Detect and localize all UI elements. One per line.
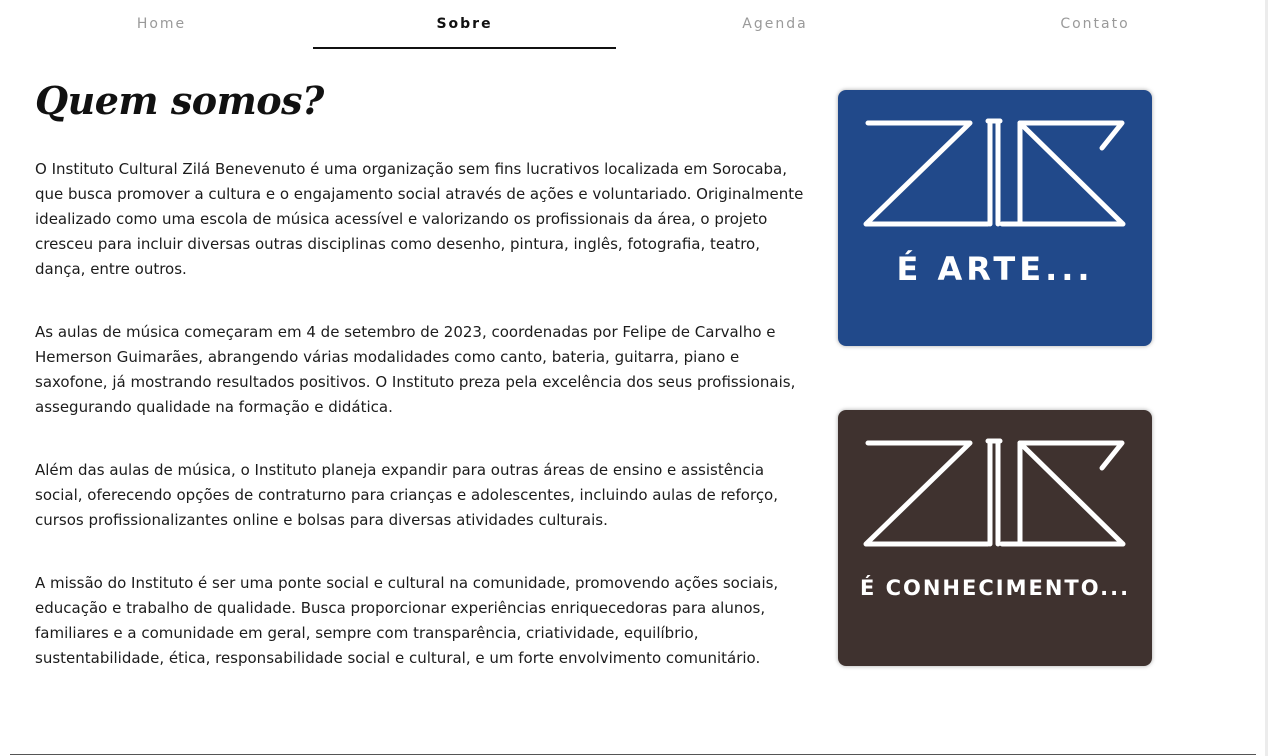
page-title: Quem somos?	[35, 78, 324, 123]
about-paragraph-4: A missão do Instituto é ser uma ponte so…	[35, 574, 779, 667]
logo-background	[838, 410, 1152, 666]
footer-divider	[10, 754, 1256, 755]
about-paragraph-3: Além das aulas de música, o Instituto pl…	[35, 461, 779, 529]
nav-active-indicator	[313, 47, 616, 49]
logo-background	[838, 90, 1152, 346]
top-navigation: Home Sobre Agenda Contato	[10, 0, 1246, 50]
nav-agenda[interactable]: Agenda	[616, 0, 934, 48]
logo-caption-arte: É ARTE...	[896, 250, 1094, 288]
nav-sobre-label: Sobre	[436, 16, 493, 32]
logo-caption-conhecimento: É CONHECIMENTO...	[859, 576, 1131, 600]
page: Home Sobre Agenda Contato Quem somos? O …	[0, 0, 1268, 756]
logo-card-conhecimento: É CONHECIMENTO...	[838, 410, 1152, 666]
about-paragraph-2: As aulas de música começaram em 4 de set…	[35, 323, 796, 416]
nav-contato[interactable]: Contato	[934, 0, 1256, 48]
logo-card-arte: É ARTE...	[838, 90, 1152, 346]
nav-home[interactable]: Home	[10, 0, 313, 48]
nav-sobre[interactable]: Sobre	[313, 0, 616, 49]
zis-logo-icon	[838, 410, 1152, 666]
about-paragraph-1: O Instituto Cultural Zilá Benevenuto é u…	[35, 160, 804, 278]
zis-logo-icon	[838, 90, 1152, 346]
